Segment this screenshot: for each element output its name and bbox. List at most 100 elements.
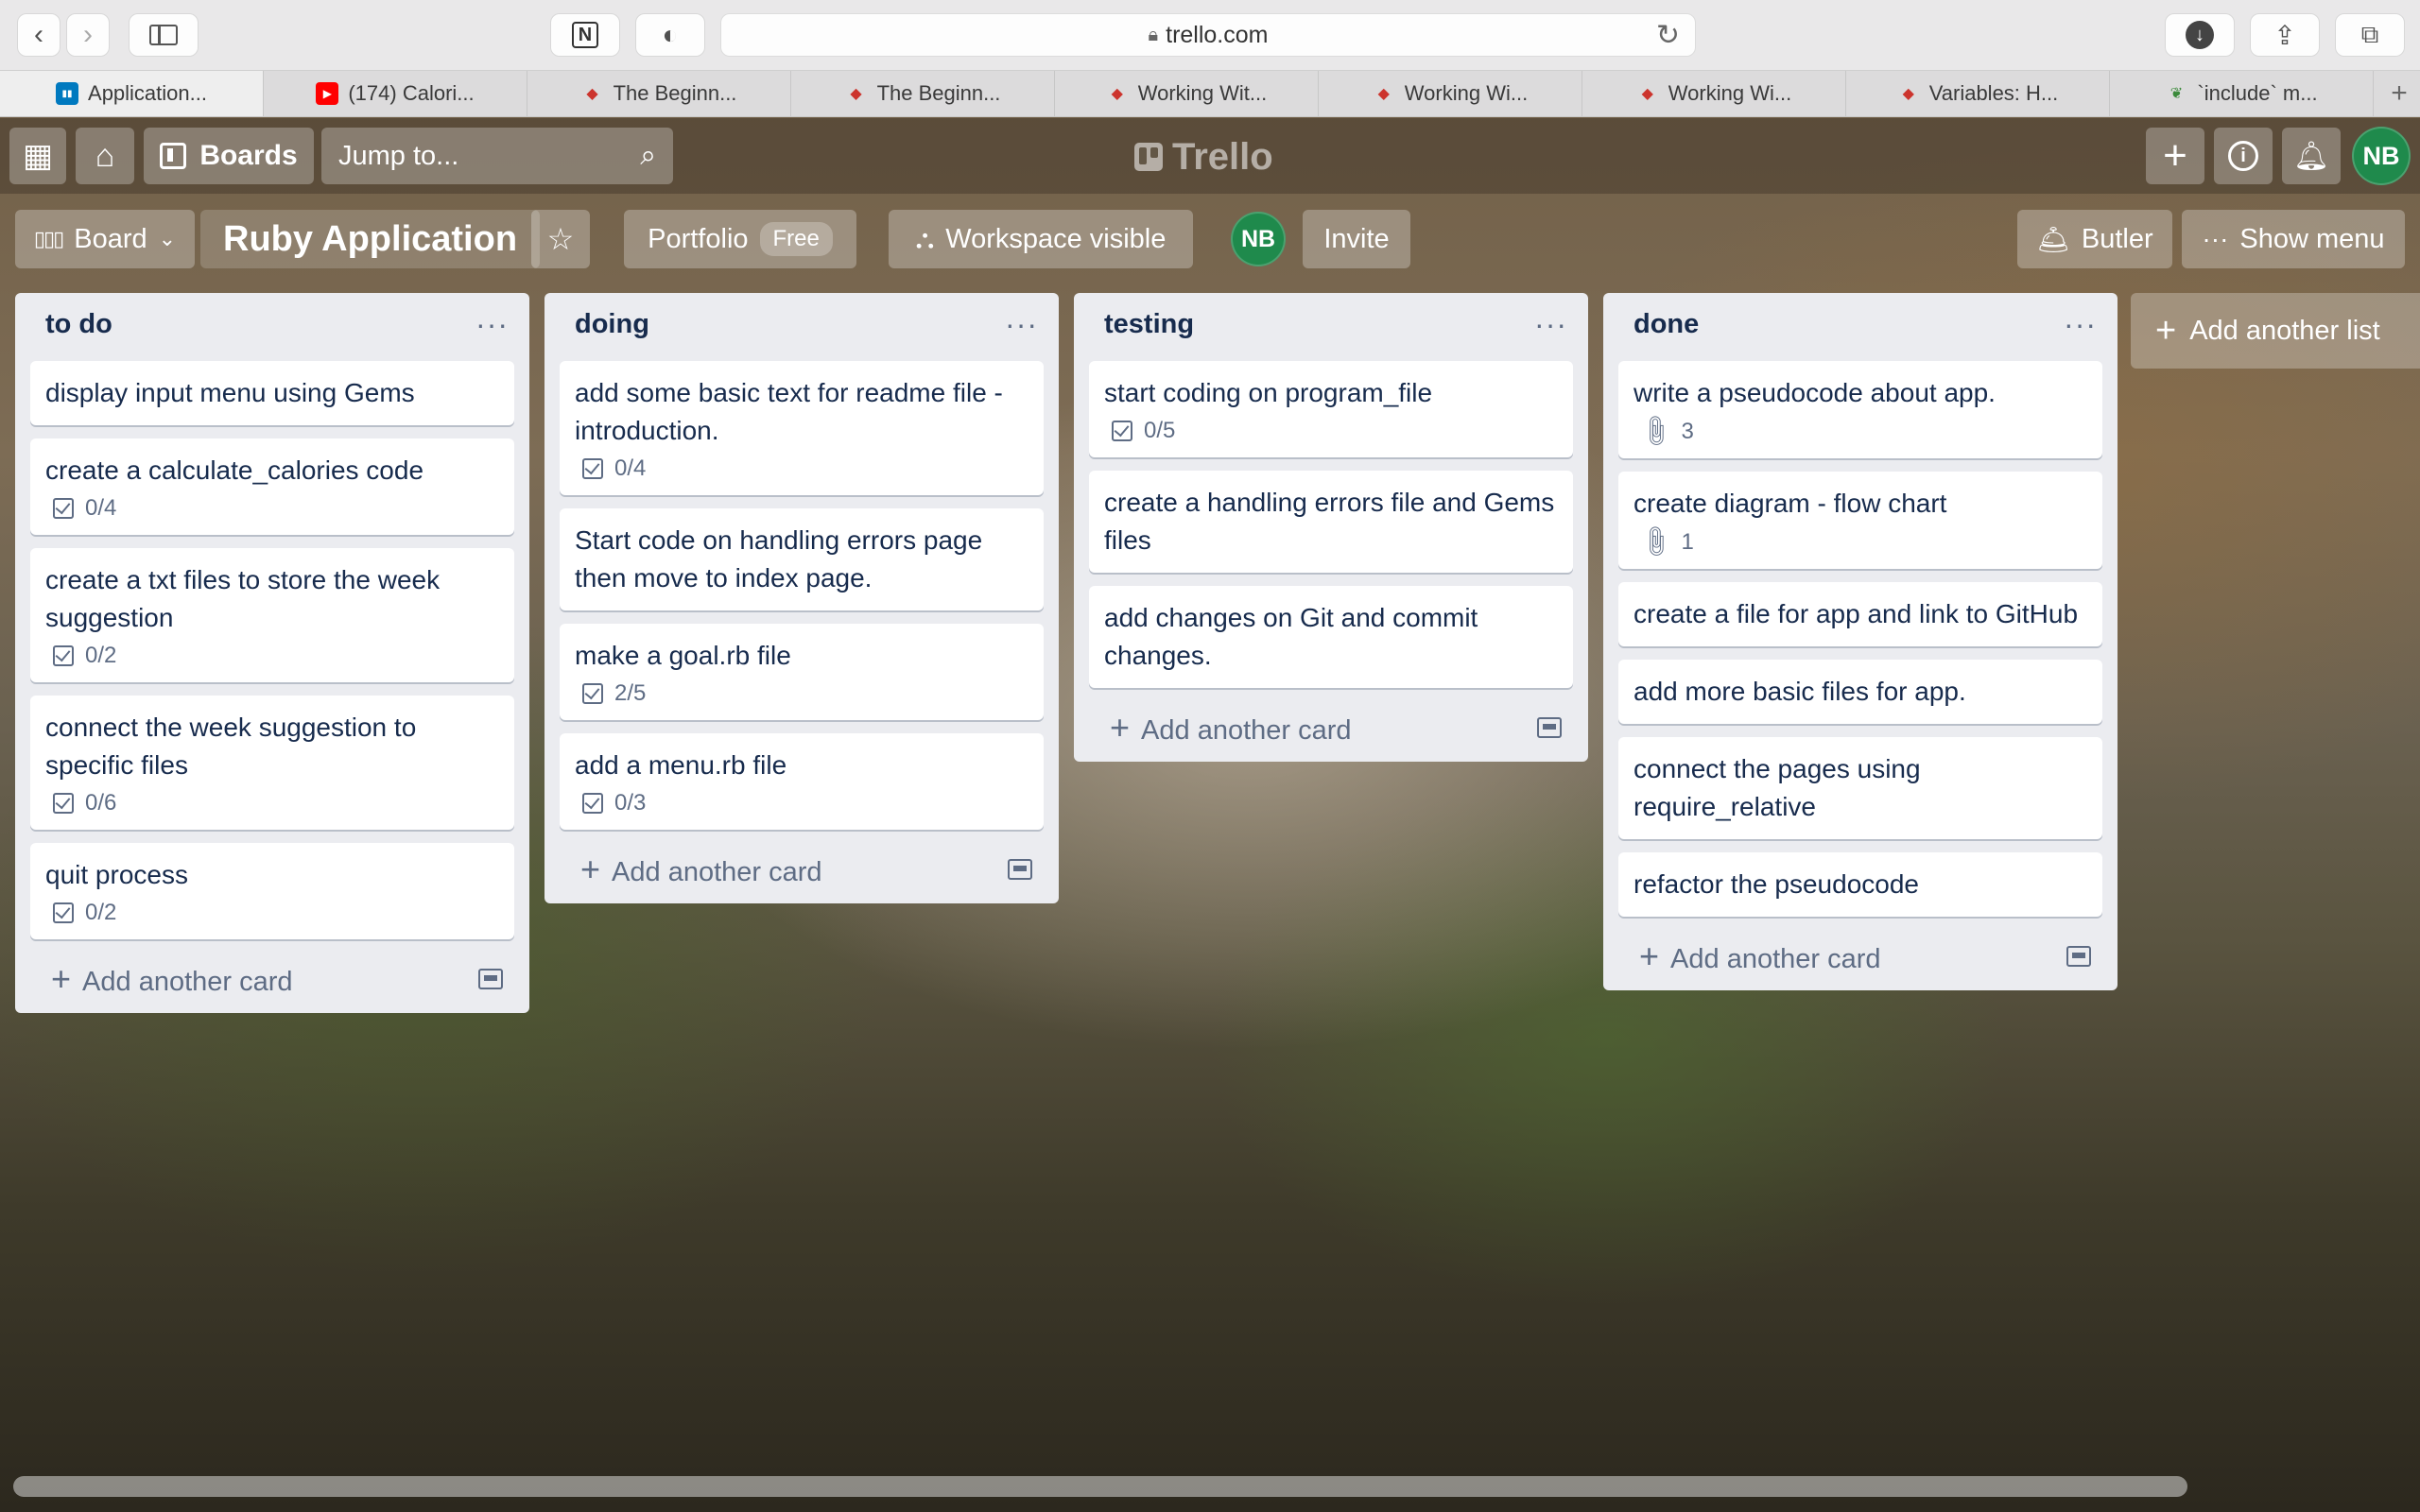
- card[interactable]: create a file for app and link to GitHub: [1618, 582, 2102, 646]
- card-template-icon[interactable]: [1008, 859, 1032, 880]
- board-title[interactable]: Ruby Application: [200, 210, 541, 268]
- workspace-button[interactable]: Portfolio Free: [624, 210, 856, 268]
- add-list-button[interactable]: + Add another list: [2131, 293, 2420, 369]
- back-button[interactable]: ‹: [17, 13, 60, 57]
- add-card-action[interactable]: + Add another card: [580, 850, 822, 889]
- card[interactable]: write a pseudocode about app. 📎︎ 3: [1618, 361, 2102, 458]
- new-tab-button[interactable]: +: [2378, 71, 2420, 116]
- attachment-badge: 📎︎ 1: [1634, 523, 2087, 561]
- card-template-icon[interactable]: [478, 969, 503, 989]
- chevron-left-icon: ‹: [34, 19, 43, 50]
- list-menu-icon[interactable]: ···: [1005, 307, 1044, 342]
- share-button[interactable]: ⇪: [2250, 13, 2320, 57]
- list-menu-icon[interactable]: ···: [2064, 307, 2102, 342]
- browser-tab[interactable]: ▶ (174) Calori...: [264, 71, 527, 116]
- card[interactable]: display input menu using Gems: [30, 361, 514, 425]
- forward-button[interactable]: ›: [66, 13, 110, 57]
- card[interactable]: create a txt files to store the week sug…: [30, 548, 514, 682]
- card-template-icon[interactable]: [1537, 717, 1562, 738]
- browser-tab[interactable]: ❦ `include` m...: [2110, 71, 2374, 116]
- add-card-button[interactable]: + Add another card: [560, 847, 1044, 892]
- tab-overview-button[interactable]: ⧉: [2335, 13, 2405, 57]
- list-doing[interactable]: doing ··· add some basic text for readme f…: [544, 293, 1059, 903]
- card[interactable]: refactor the pseudocode: [1618, 852, 2102, 917]
- list-header: done ···: [1618, 301, 2102, 348]
- board-member-avatar[interactable]: NB: [1231, 212, 1286, 266]
- ruby-icon: ◆: [1377, 86, 1390, 102]
- show-menu-button[interactable]: ··· Show menu: [2182, 210, 2405, 268]
- sidebar-toggle-button[interactable]: [129, 13, 199, 57]
- card[interactable]: make a goal.rb file 2/5: [560, 624, 1044, 720]
- download-icon: ↓: [2186, 21, 2214, 49]
- add-card-action[interactable]: + Add another card: [51, 959, 293, 999]
- browser-tab[interactable]: ◆ Working Wit...: [1055, 71, 1319, 116]
- card-template-icon[interactable]: [2066, 946, 2091, 967]
- list-menu-icon[interactable]: ···: [1534, 307, 1573, 342]
- add-card-action[interactable]: + Add another card: [1110, 708, 1352, 747]
- add-card-button[interactable]: + Add another card: [30, 956, 514, 1002]
- butler-icon: 🛎︎: [2036, 224, 2070, 254]
- browser-tab[interactable]: ◆ The Beginn...: [527, 71, 791, 116]
- list-menu-icon[interactable]: ···: [475, 307, 514, 342]
- list-title[interactable]: testing: [1104, 309, 1194, 340]
- list-done[interactable]: done ··· write a pseudocode about app. 📎︎ 3 c…: [1603, 293, 2118, 990]
- list-title[interactable]: to do: [45, 309, 112, 340]
- card[interactable]: connect the pages using require_relative: [1618, 737, 2102, 839]
- app-switcher-button[interactable]: ▦: [9, 128, 66, 184]
- attachment-count: 1: [1681, 528, 1694, 555]
- card[interactable]: create a handling errors file and Gems f…: [1089, 471, 1573, 573]
- add-card-button[interactable]: + Add another card: [1618, 934, 2102, 979]
- trello-logo[interactable]: Trello: [1134, 135, 1273, 179]
- card[interactable]: create diagram - flow chart 📎︎ 1: [1618, 472, 2102, 569]
- card[interactable]: add a menu.rb file 0/3: [560, 733, 1044, 830]
- browser-tab[interactable]: ◆ Working Wi...: [1582, 71, 1846, 116]
- notifications-button[interactable]: 🔔︎: [2282, 128, 2341, 184]
- boards-button[interactable]: Boards: [144, 128, 314, 184]
- board-view-switcher[interactable]: ▯▯▯ Board ⌄: [15, 210, 195, 268]
- card[interactable]: add more basic files for app.: [1618, 660, 2102, 724]
- user-avatar[interactable]: NB: [2352, 127, 2411, 185]
- privacy-shield-button[interactable]: ◐: [635, 13, 705, 57]
- star-board-button[interactable]: ☆: [531, 210, 590, 268]
- browser-tab[interactable]: ◆ Working Wi...: [1319, 71, 1582, 116]
- create-button[interactable]: +: [2146, 128, 2204, 184]
- card-title: start coding on program_file: [1104, 378, 1433, 407]
- card[interactable]: connect the week suggestion to specific …: [30, 696, 514, 830]
- show-menu-label: Show menu: [2239, 223, 2385, 254]
- sidebar-icon: [149, 25, 178, 45]
- home-button[interactable]: ⌂: [76, 128, 134, 184]
- search-input[interactable]: Jump to... ⌕: [321, 128, 673, 184]
- card[interactable]: add some basic text for readme file - in…: [560, 361, 1044, 495]
- card-title: display input menu using Gems: [45, 378, 415, 407]
- notion-extension-button[interactable]: N: [550, 13, 620, 57]
- visibility-button[interactable]: ⛬ Workspace visible: [889, 210, 1193, 268]
- browser-tab-label: The Beginn...: [876, 81, 1001, 105]
- checklist-count: 0/5: [1144, 418, 1176, 443]
- list-testing[interactable]: testing ··· start coding on program_file 0/…: [1074, 293, 1588, 762]
- list-title[interactable]: doing: [575, 309, 649, 340]
- star-icon: ☆: [546, 222, 575, 256]
- browser-tab[interactable]: ◆ The Beginn...: [791, 71, 1055, 116]
- add-card-action[interactable]: + Add another card: [1639, 936, 1881, 976]
- list-to-do[interactable]: to do ··· display input menu using Gems cre…: [15, 293, 529, 1013]
- add-card-button[interactable]: + Add another card: [1089, 705, 1573, 750]
- board-horizontal-scrollbar[interactable]: [13, 1476, 2187, 1497]
- browser-tab[interactable]: ◆ Variables: H...: [1846, 71, 2110, 116]
- info-button[interactable]: i: [2214, 128, 2273, 184]
- downloads-button[interactable]: ↓: [2165, 13, 2235, 57]
- card[interactable]: create a calculate_calories code 0/4: [30, 438, 514, 535]
- invite-button[interactable]: Invite: [1303, 210, 1410, 268]
- checklist-icon: [582, 683, 603, 704]
- card[interactable]: quit process 0/2: [30, 843, 514, 939]
- browser-tab[interactable]: ▮▮ Application...: [0, 71, 264, 116]
- card[interactable]: add changes on Git and commit changes.: [1089, 586, 1573, 688]
- card-title: create a file for app and link to GitHub: [1634, 599, 2079, 628]
- card[interactable]: Start code on handling errors page then …: [560, 508, 1044, 610]
- checklist-icon: [53, 498, 74, 519]
- card[interactable]: start coding on program_file 0/5: [1089, 361, 1573, 457]
- reload-icon[interactable]: ↻: [1656, 19, 1680, 52]
- address-bar[interactable]: 🔒︎ trello.com ↻: [720, 13, 1696, 57]
- list-title[interactable]: done: [1634, 309, 1699, 340]
- browser-tab-label: Variables: H...: [1928, 81, 2059, 105]
- butler-button[interactable]: 🛎︎ Butler: [2017, 210, 2172, 268]
